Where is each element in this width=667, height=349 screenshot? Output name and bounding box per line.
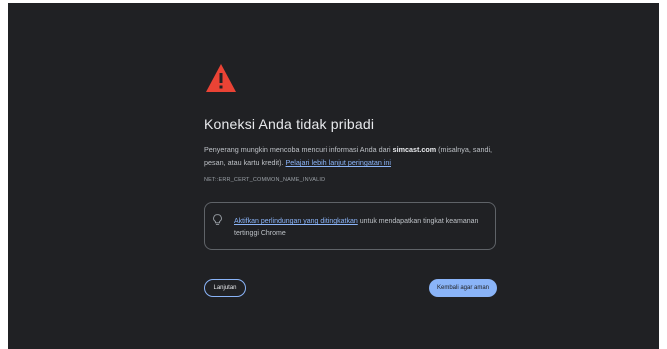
learn-more-link[interactable]: Pelajari lebih lanjut peringatan ini — [286, 158, 392, 167]
enhanced-protection-box: Aktifkan perlindungan yang ditingkatkan … — [204, 202, 496, 250]
enable-protection-link[interactable]: Aktifkan perlindungan yang ditingkatkan — [234, 218, 358, 225]
interstitial-page: Koneksi Anda tidak pribadi Penyerang mun… — [8, 3, 659, 349]
advanced-button[interactable]: Lanjutan — [204, 279, 246, 297]
warning-triangle-icon — [206, 64, 236, 92]
protection-text: Aktifkan perlindungan yang ditingkatkan … — [234, 216, 490, 240]
lightbulb-icon — [213, 214, 222, 225]
description-prefix: Penyerang mungkin mencoba mencuri inform… — [204, 145, 393, 154]
error-code: NET::ERR_CERT_COMMON_NAME_INVALID — [204, 177, 326, 183]
page-title: Koneksi Anda tidak pribadi — [204, 116, 375, 132]
warning-description: Penyerang mungkin mencoba mencuri inform… — [204, 143, 504, 169]
back-to-safety-button[interactable]: Kembali agar aman — [429, 279, 497, 297]
site-domain: simcast.com — [392, 145, 437, 154]
